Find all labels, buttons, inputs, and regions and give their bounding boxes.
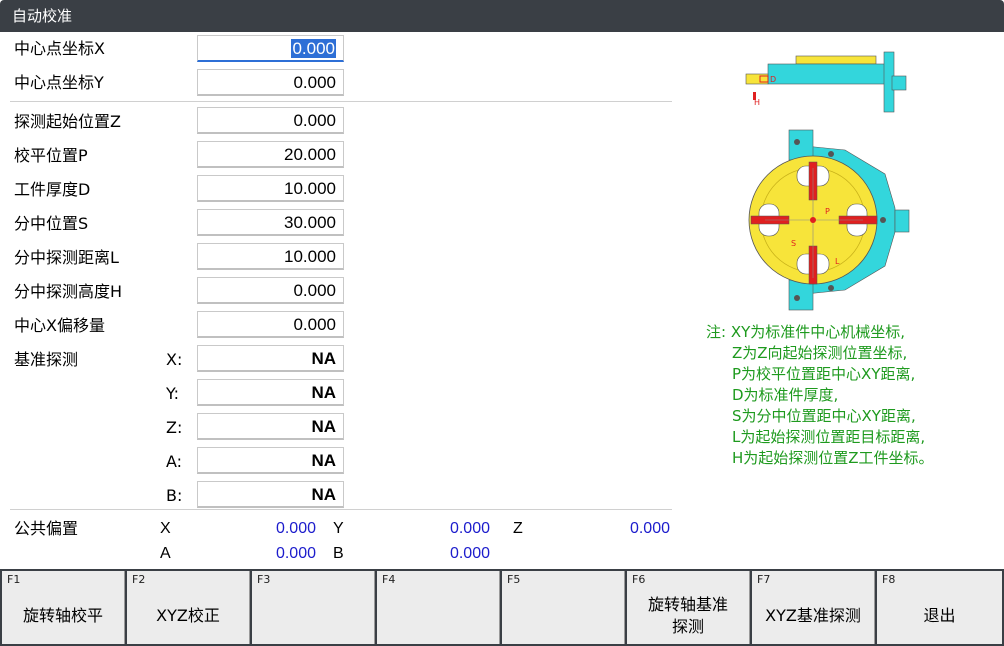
level-p-input[interactable]: 20.000 xyxy=(197,141,344,168)
note-line: L为起始探测位置距目标距离, xyxy=(732,428,926,446)
divider xyxy=(10,509,672,510)
public-z-label: Z xyxy=(513,520,523,537)
center-x-input[interactable]: 0.000 xyxy=(197,35,344,62)
thickness-d-label: 工件厚度D xyxy=(14,180,91,199)
f5-key-label: F5 xyxy=(507,573,521,586)
ref-a-value[interactable]: NA xyxy=(197,447,344,474)
reference-probe-label: 基准探测 xyxy=(14,350,79,369)
diagram-label-l: L xyxy=(835,257,840,266)
f8-key-label: F8 xyxy=(882,573,896,586)
instruction-note: 注: XY为标准件中心机械坐标, Z为Z向起始探测位置坐标, P为校平位置距中心… xyxy=(706,322,934,469)
f2-key-label: F2 xyxy=(132,573,146,586)
center-y-label: 中心点坐标Y xyxy=(14,73,104,92)
center-x-offset-label: 中心X偏移量 xyxy=(14,316,105,335)
level-p-label: 校平位置P xyxy=(14,146,88,165)
ref-y-value[interactable]: NA xyxy=(197,379,344,406)
fixture-top-view-diagram: P S L xyxy=(748,129,910,311)
f4-button[interactable]: F4 xyxy=(377,571,500,644)
split-height-h-input[interactable]: 0.000 xyxy=(197,277,344,304)
public-b-label: B xyxy=(333,545,344,562)
public-a-label: A xyxy=(160,545,171,562)
f1-label: 旋转轴校平 xyxy=(22,605,103,625)
public-y-value: 0.000 xyxy=(449,520,490,537)
diagram-label-p: P xyxy=(825,207,830,216)
ref-z-value[interactable]: NA xyxy=(197,413,344,440)
thickness-d-input[interactable]: 10.000 xyxy=(197,175,344,202)
split-height-h-label: 分中探测高度H xyxy=(14,282,123,301)
public-b-value: 0.000 xyxy=(449,545,490,562)
f7-button[interactable]: F7 XYZ基准探测 xyxy=(752,571,875,644)
diagram-label-d: D xyxy=(770,75,776,84)
f4-key-label: F4 xyxy=(382,573,396,586)
auto-calibration-window: 自动校准 中心点坐标X 0.000 中心点坐标Y 0.000 探测起始位置Z 0… xyxy=(0,0,1004,646)
note-line: Z为Z向起始探测位置坐标, xyxy=(732,344,908,362)
f2-button[interactable]: F2 XYZ校正 xyxy=(127,571,250,644)
diagram-label-h: H xyxy=(754,98,760,107)
probe-start-z-label: 探测起始位置Z xyxy=(14,112,121,131)
fixture-side-view-diagram: D H xyxy=(745,51,907,113)
note-line: D为标准件厚度, xyxy=(732,386,839,404)
f1-button[interactable]: F1 旋转轴校平 xyxy=(2,571,125,644)
public-x-value: 0.000 xyxy=(275,520,316,537)
f1-key-label: F1 xyxy=(7,573,21,586)
f3-key-label: F3 xyxy=(257,573,271,586)
f6-label: 旋转轴基准 探测 xyxy=(647,594,728,636)
split-s-input[interactable]: 30.000 xyxy=(197,209,344,236)
f6-button[interactable]: F6 旋转轴基准 探测 xyxy=(627,571,750,644)
f3-button[interactable]: F3 xyxy=(252,571,375,644)
f6-key-label: F6 xyxy=(632,573,646,586)
note-line: P为校平位置距中心XY距离, xyxy=(732,365,916,383)
divider xyxy=(10,101,672,102)
ref-axis-a-label: A: xyxy=(166,452,183,471)
ref-axis-x-label: X: xyxy=(166,350,183,369)
split-s-label: 分中位置S xyxy=(14,214,89,233)
f7-label: XYZ基准探测 xyxy=(765,605,861,625)
public-z-value: 0.000 xyxy=(629,520,670,537)
f5-button[interactable]: F5 xyxy=(502,571,625,644)
f2-label: XYZ校正 xyxy=(156,605,220,625)
ref-axis-z-label: Z: xyxy=(166,418,183,437)
public-y-label: Y xyxy=(333,520,344,537)
note-line: 注: XY为标准件中心机械坐标, xyxy=(706,323,906,341)
ref-x-value[interactable]: NA xyxy=(197,345,344,372)
f8-button[interactable]: F8 退出 xyxy=(877,571,1002,644)
public-a-value: 0.000 xyxy=(275,545,316,562)
ref-axis-b-label: B: xyxy=(166,486,183,505)
note-line: S为分中位置距中心XY距离, xyxy=(732,407,916,425)
f7-key-label: F7 xyxy=(757,573,771,586)
f3-label xyxy=(252,593,374,638)
center-x-label: 中心点坐标X xyxy=(14,39,105,58)
f8-label: 退出 xyxy=(923,605,956,625)
ref-axis-y-label: Y: xyxy=(166,384,180,403)
split-distance-l-label: 分中探测距离L xyxy=(14,248,119,267)
public-offset-label: 公共偏置 xyxy=(14,519,79,538)
ref-b-value[interactable]: NA xyxy=(197,481,344,508)
f5-label xyxy=(502,593,624,638)
probe-start-z-input[interactable]: 0.000 xyxy=(197,107,344,134)
f4-label xyxy=(377,593,499,638)
diagram-label-s: S xyxy=(791,239,796,248)
center-x-offset-input[interactable]: 0.000 xyxy=(197,311,344,338)
split-distance-l-input[interactable]: 10.000 xyxy=(197,243,344,270)
public-x-label: X xyxy=(160,520,171,537)
note-line: H为起始探测位置Z工件坐标。 xyxy=(732,449,934,467)
window-title: 自动校准 xyxy=(0,0,1004,32)
center-y-input[interactable]: 0.000 xyxy=(197,69,344,96)
